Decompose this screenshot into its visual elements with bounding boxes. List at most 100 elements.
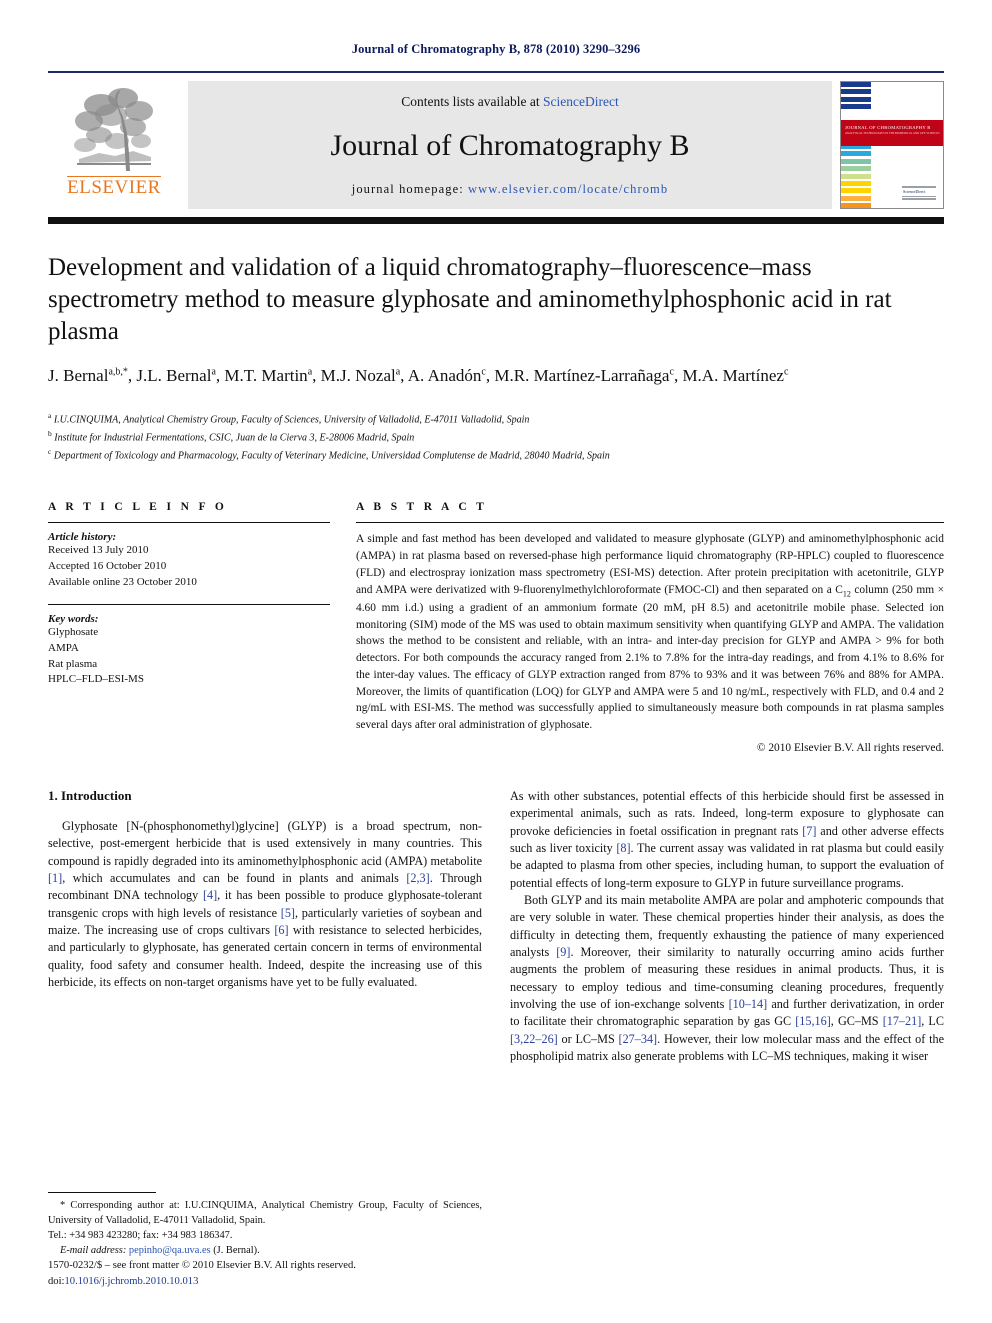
abstract-subscript: 12 <box>842 589 851 599</box>
email-label: E-mail address: <box>60 1244 127 1256</box>
abstract-heading: A B S T R A C T <box>356 501 488 514</box>
body-columns: 1. Introduction Glyphosate [N-(phosphono… <box>48 788 944 1258</box>
elsevier-wordmark: ELSEVIER <box>67 176 161 198</box>
author-affil-marks: a <box>211 366 216 378</box>
citation-ref[interactable]: [2,3] <box>406 871 429 885</box>
article-info-heading: A R T I C L E I N F O <box>48 501 228 514</box>
journal-title: Journal of Chromatography B <box>330 129 690 163</box>
cover-title-band: JOURNAL OF CHROMATOGRAPHY B ANALYTICAL T… <box>841 120 943 146</box>
body-column-right: As with other substances, potential effe… <box>510 788 944 1258</box>
citation-ref[interactable]: [6] <box>274 923 288 937</box>
affiliation-item: a I.U.CINQUIMA, Analytical Chemistry Gro… <box>48 411 530 426</box>
section-heading-introduction: 1. Introduction <box>48 787 132 803</box>
footnote-rule <box>48 1191 156 1193</box>
sciencedirect-link[interactable]: ScienceDirect <box>543 94 619 109</box>
author-name: J.L. Bernal <box>136 366 212 385</box>
citation-ref[interactable]: [15,16] <box>795 1014 831 1028</box>
author-name: M.J. Nozal <box>320 366 396 385</box>
abstract-copyright: © 2010 Elsevier B.V. All rights reserved… <box>756 741 944 754</box>
author-affil-marks: a <box>395 366 401 378</box>
author-affil-marks: a <box>307 366 313 378</box>
journal-cover-thumbnail: JOURNAL OF CHROMATOGRAPHY B ANALYTICAL T… <box>840 81 944 209</box>
citation-ref[interactable]: [10–14] <box>729 997 768 1011</box>
abstract-part-2: column (250 mm × 4.60 mm i.d.) using a g… <box>356 583 944 732</box>
doi-line: doi:10.1016/j.jchromb.2010.10.013 <box>48 1274 482 1289</box>
author-name: A. Anadón <box>407 366 482 385</box>
author-name: M.T. Martin <box>224 366 308 385</box>
corresponding-author-note: * Corresponding author at: I.U.CINQUIMA,… <box>48 1198 482 1228</box>
issn-line: 1570-0232/$ – see front matter © 2010 El… <box>48 1260 356 1272</box>
author-affil-marks: c <box>481 366 486 378</box>
affiliation-text: Institute for Industrial Fermentations, … <box>54 432 415 444</box>
author-name: M.A. Martínez <box>682 366 784 385</box>
elsevier-logo: ELSEVIER <box>48 79 180 215</box>
affiliation-item: b Institute for Industrial Fermentations… <box>48 428 415 444</box>
keyword-item: Glyphosate <box>48 626 99 639</box>
abstract-text: A simple and fast method has been develo… <box>356 531 944 733</box>
citation-ref[interactable]: [9] <box>556 945 570 959</box>
author-affil-marks: c <box>669 366 674 378</box>
contact-phone-note: Tel.: +34 983 423280; fax: +34 983 18634… <box>48 1229 233 1241</box>
article-history-online: Available online 23 October 2010 <box>48 575 197 588</box>
affiliation-item: c Department of Toxicology and Pharmacol… <box>48 446 610 461</box>
article-history-label: Article history: <box>48 531 117 544</box>
doi-link[interactable]: 10.1016/j.jchromb.2010.10.013 <box>64 1276 198 1287</box>
keywords-rule <box>48 604 330 606</box>
author-affil-marks: c <box>783 366 789 378</box>
affiliation-text: Department of Toxicology and Pharmacolog… <box>53 449 610 461</box>
citation-ref[interactable]: [8] <box>616 841 630 855</box>
intro-paragraph-left: Glyphosate [N-(phosphonomethyl)glycine] … <box>48 818 483 989</box>
abstract-rule <box>356 522 944 524</box>
homepage-prefix: journal homepage: <box>351 182 469 196</box>
intro-paragraph-right-1: As with other substances, potential effe… <box>510 788 944 890</box>
body-column-left: 1. Introduction Glyphosate [N-(phosphono… <box>48 788 482 1258</box>
keyword-item: AMPA <box>48 641 79 654</box>
article-info-rule <box>48 522 330 524</box>
title-block: Development and validation of a liquid c… <box>48 224 944 463</box>
article-title: Development and validation of a liquid c… <box>48 254 892 345</box>
cover-subtitle-text: ANALYTICAL TECHNOLOGIES IN THE BIOMEDICA… <box>845 132 940 135</box>
elsevier-tree-icon <box>74 88 153 171</box>
journal-band: Contents lists available at ScienceDirec… <box>188 81 832 209</box>
corresponding-author-text: * Corresponding author at: I.U.CINQUIMA,… <box>48 1199 482 1226</box>
author-name: M.R. Martínez-Larrañaga <box>494 366 670 385</box>
article-info-column: A R T I C L E I N F O Article history: R… <box>48 501 348 753</box>
journal-homepage-line: journal homepage: www.elsevier.com/locat… <box>352 182 668 197</box>
keywords-label: Key words: <box>48 613 99 626</box>
citation-ref[interactable]: [4] <box>203 888 217 902</box>
cover-sciencedirect-logo: ScienceDirect <box>900 185 938 200</box>
cover-sciencedirect-word: ScienceDirect <box>903 189 926 195</box>
footnote-area: * Corresponding author at: I.U.CINQUIMA,… <box>48 1191 482 1258</box>
masthead-bottom-rule <box>48 217 944 224</box>
email-link[interactable]: pepinho@qa.uva.es <box>129 1245 211 1256</box>
citation-ref[interactable]: [1] <box>48 871 62 885</box>
affiliation-text: I.U.CINQUIMA, Analytical Chemistry Group… <box>53 414 530 426</box>
footer-issn-block: 1570-0232/$ – see front matter © 2010 El… <box>48 1258 482 1289</box>
contents-prefix: Contents lists available at <box>401 94 543 109</box>
cover-title-text: JOURNAL OF CHROMATOGRAPHY B <box>845 125 931 130</box>
citation-ref[interactable]: [7] <box>802 824 816 838</box>
keyword-item: Rat plasma <box>48 657 98 670</box>
citation-ref[interactable]: [17–21] <box>883 1014 922 1028</box>
email-note: E-mail address: pepinho@qa.uva.es (J. Be… <box>48 1243 482 1258</box>
citation-ref[interactable]: [3,22–26] <box>510 1032 558 1046</box>
email-owner: (J. Bernal). <box>213 1244 260 1256</box>
affiliation-list: a I.U.CINQUIMA, Analytical Chemistry Gro… <box>48 410 944 463</box>
contents-available-line: Contents lists available at ScienceDirec… <box>401 94 618 110</box>
article-history-received: Received 13 July 2010 <box>48 544 149 557</box>
article-page: Journal of Chromatography B, 878 (2010) … <box>0 0 992 1323</box>
citation-ref[interactable]: [27–34] <box>619 1032 658 1046</box>
abstract-column: A B S T R A C T A simple and fast method… <box>348 501 944 754</box>
author-list: J. Bernala,b,*, J.L. Bernala, M.T. Marti… <box>48 366 789 385</box>
intro-paragraph-right-2: Both GLYP and its main metabolite AMPA a… <box>510 892 945 1063</box>
author-name: J. Bernal <box>48 366 109 385</box>
keyword-item: HPLC–FLD–ESI-MS <box>48 673 144 686</box>
article-history-accepted: Accepted 16 October 2010 <box>48 560 167 573</box>
doi-prefix: doi: <box>48 1275 65 1287</box>
journal-homepage-link[interactable]: www.elsevier.com/locate/chromb <box>468 182 668 196</box>
info-abstract-row: A R T I C L E I N F O Article history: R… <box>48 501 944 754</box>
citation-ref[interactable]: [5] <box>281 906 295 920</box>
running-head: Journal of Chromatography B, 878 (2010) … <box>351 42 641 56</box>
author-affil-marks: a,b,* <box>108 366 128 378</box>
journal-masthead: ELSEVIER Contents lists available at Sci… <box>48 73 944 215</box>
